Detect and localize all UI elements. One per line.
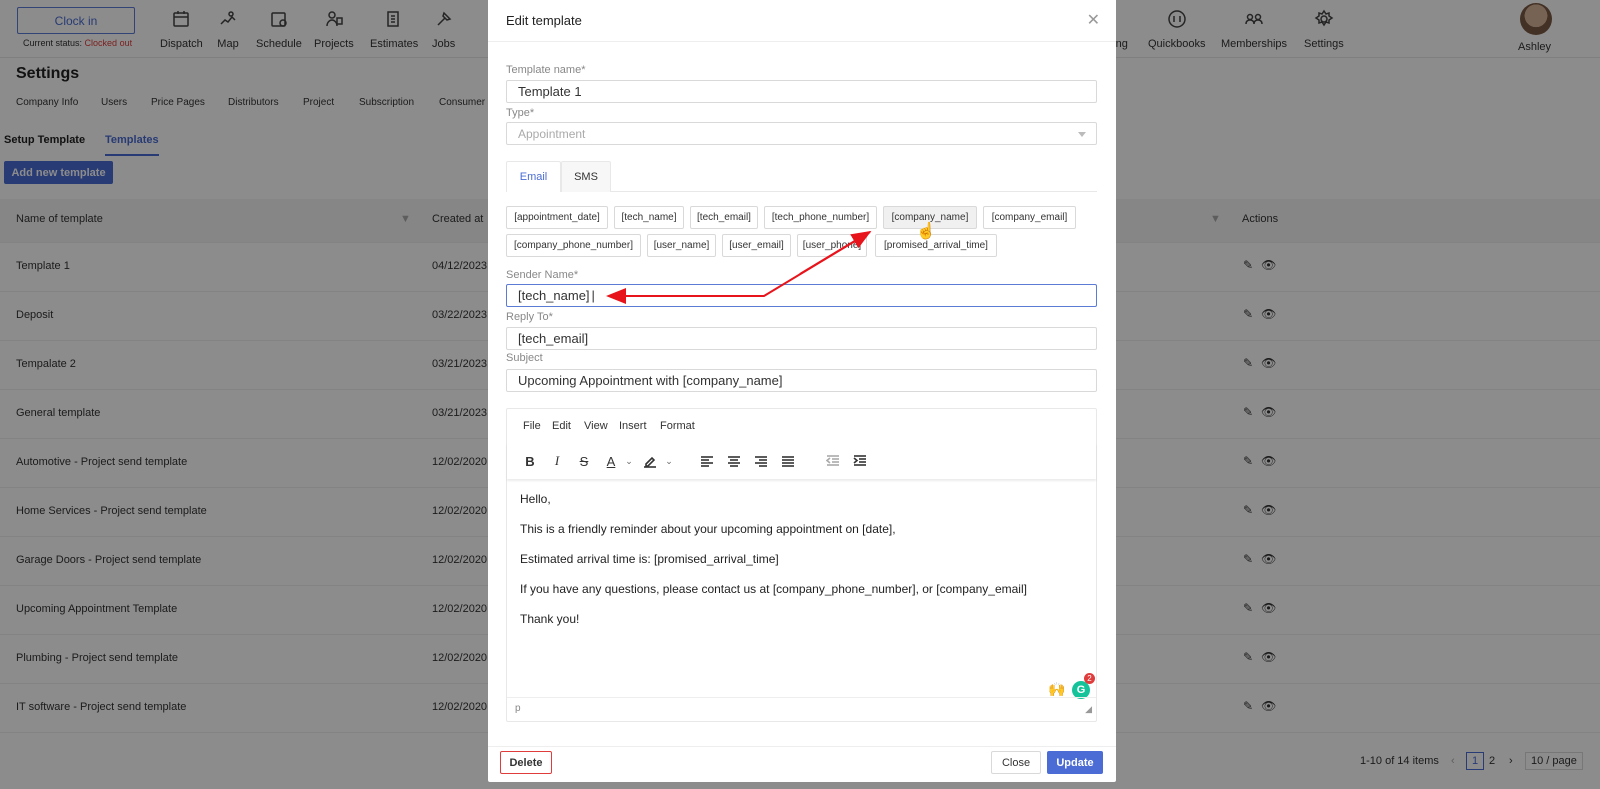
chip-promised-arrival-time[interactable]: [promised_arrival_time] bbox=[875, 234, 997, 257]
chip-tech-phone-number[interactable]: [tech_phone_number] bbox=[764, 206, 877, 229]
modal-footer: Delete Close Update bbox=[488, 746, 1116, 782]
tab-sms[interactable]: SMS bbox=[561, 161, 611, 192]
reply-to-input[interactable]: [tech_email] bbox=[506, 327, 1097, 350]
outdent-icon[interactable] bbox=[824, 452, 842, 470]
editor-statusbar: p ◢ bbox=[507, 697, 1096, 721]
editor-menubar: File Edit View Insert Format bbox=[507, 409, 1096, 443]
body-line: Thank you! bbox=[520, 612, 580, 626]
body-line: If you have any questions, please contac… bbox=[520, 582, 1027, 596]
template-name-label: Template name* bbox=[506, 64, 586, 76]
element-path[interactable]: p bbox=[515, 703, 521, 714]
hands-emoji-icon[interactable]: 🙌 bbox=[1048, 681, 1065, 698]
chip-user-email[interactable]: [user_email] bbox=[722, 234, 791, 257]
chip-company-phone-number[interactable]: [company_phone_number] bbox=[506, 234, 641, 257]
type-select[interactable]: Appointment bbox=[506, 122, 1097, 145]
align-center-icon[interactable] bbox=[725, 452, 743, 470]
modal-header: Edit template ✕ bbox=[488, 0, 1116, 42]
editor-toolbar: B I S A ⌄ ⌄ bbox=[507, 443, 1096, 479]
align-left-icon[interactable] bbox=[698, 452, 716, 470]
menu-edit[interactable]: Edit bbox=[552, 420, 571, 432]
resize-handle-icon[interactable]: ◢ bbox=[1085, 704, 1092, 715]
chip-user-name[interactable]: [user_name] bbox=[647, 234, 716, 257]
reply-to-label: Reply To* bbox=[506, 311, 553, 323]
tab-email[interactable]: Email bbox=[506, 161, 561, 192]
modal-title: Edit template bbox=[506, 13, 582, 28]
sender-name-input[interactable]: [tech_name] | bbox=[506, 284, 1097, 307]
highlight-icon[interactable] bbox=[641, 452, 659, 470]
subject-label: Subject bbox=[506, 352, 543, 364]
menu-format[interactable]: Format bbox=[660, 420, 695, 432]
type-label: Type* bbox=[506, 107, 535, 119]
chevron-down-icon bbox=[1078, 132, 1086, 137]
delete-button[interactable]: Delete bbox=[500, 751, 552, 774]
menu-insert[interactable]: Insert bbox=[619, 420, 647, 432]
subject-input[interactable]: Upcoming Appointment with [company_name] bbox=[506, 369, 1097, 392]
menu-file[interactable]: File bbox=[523, 420, 541, 432]
chevron-down-icon[interactable]: ⌄ bbox=[660, 452, 678, 470]
sender-name-value: [tech_name] bbox=[518, 288, 590, 303]
chip-company-email[interactable]: [company_email] bbox=[983, 206, 1076, 229]
editor-content[interactable]: Hello, This is a friendly reminder about… bbox=[520, 491, 1027, 641]
rich-text-editor: File Edit View Insert Format B I S A ⌄ ⌄… bbox=[506, 408, 1097, 722]
pointer-cursor-icon: ☝ bbox=[916, 223, 936, 240]
bold-icon[interactable]: B bbox=[521, 452, 539, 470]
body-line: This is a friendly reminder about your u… bbox=[520, 522, 896, 536]
close-icon[interactable]: ✕ bbox=[1087, 10, 1100, 30]
chip-appointment-date[interactable]: [appointment_date] bbox=[506, 206, 608, 229]
message-tabs: Email SMS bbox=[506, 161, 1097, 192]
close-button[interactable]: Close bbox=[991, 751, 1041, 774]
strikethrough-icon[interactable]: S bbox=[575, 452, 593, 470]
italic-icon[interactable]: I bbox=[548, 452, 566, 470]
align-justify-icon[interactable] bbox=[779, 452, 797, 470]
sender-name-label: Sender Name* bbox=[506, 269, 579, 281]
chevron-down-icon[interactable]: ⌄ bbox=[620, 452, 638, 470]
chip-tech-email[interactable]: [tech_email] bbox=[690, 206, 758, 229]
chip-user-phone[interactable]: [user_phone] bbox=[797, 234, 867, 257]
align-right-icon[interactable] bbox=[752, 452, 770, 470]
text-color-icon[interactable]: A bbox=[602, 452, 620, 470]
grammarly-badge: 2 bbox=[1084, 673, 1095, 684]
indent-icon[interactable] bbox=[851, 452, 869, 470]
edit-template-modal: Edit template ✕ Template name* Template … bbox=[488, 0, 1116, 782]
template-name-input[interactable]: Template 1 bbox=[506, 80, 1097, 103]
menu-view[interactable]: View bbox=[584, 420, 608, 432]
body-line: Hello, bbox=[520, 492, 551, 506]
type-value: Appointment bbox=[518, 126, 586, 141]
chip-tech-name[interactable]: [tech_name] bbox=[614, 206, 684, 229]
update-button[interactable]: Update bbox=[1047, 751, 1103, 774]
body-line: Estimated arrival time is: [promised_arr… bbox=[520, 552, 779, 566]
